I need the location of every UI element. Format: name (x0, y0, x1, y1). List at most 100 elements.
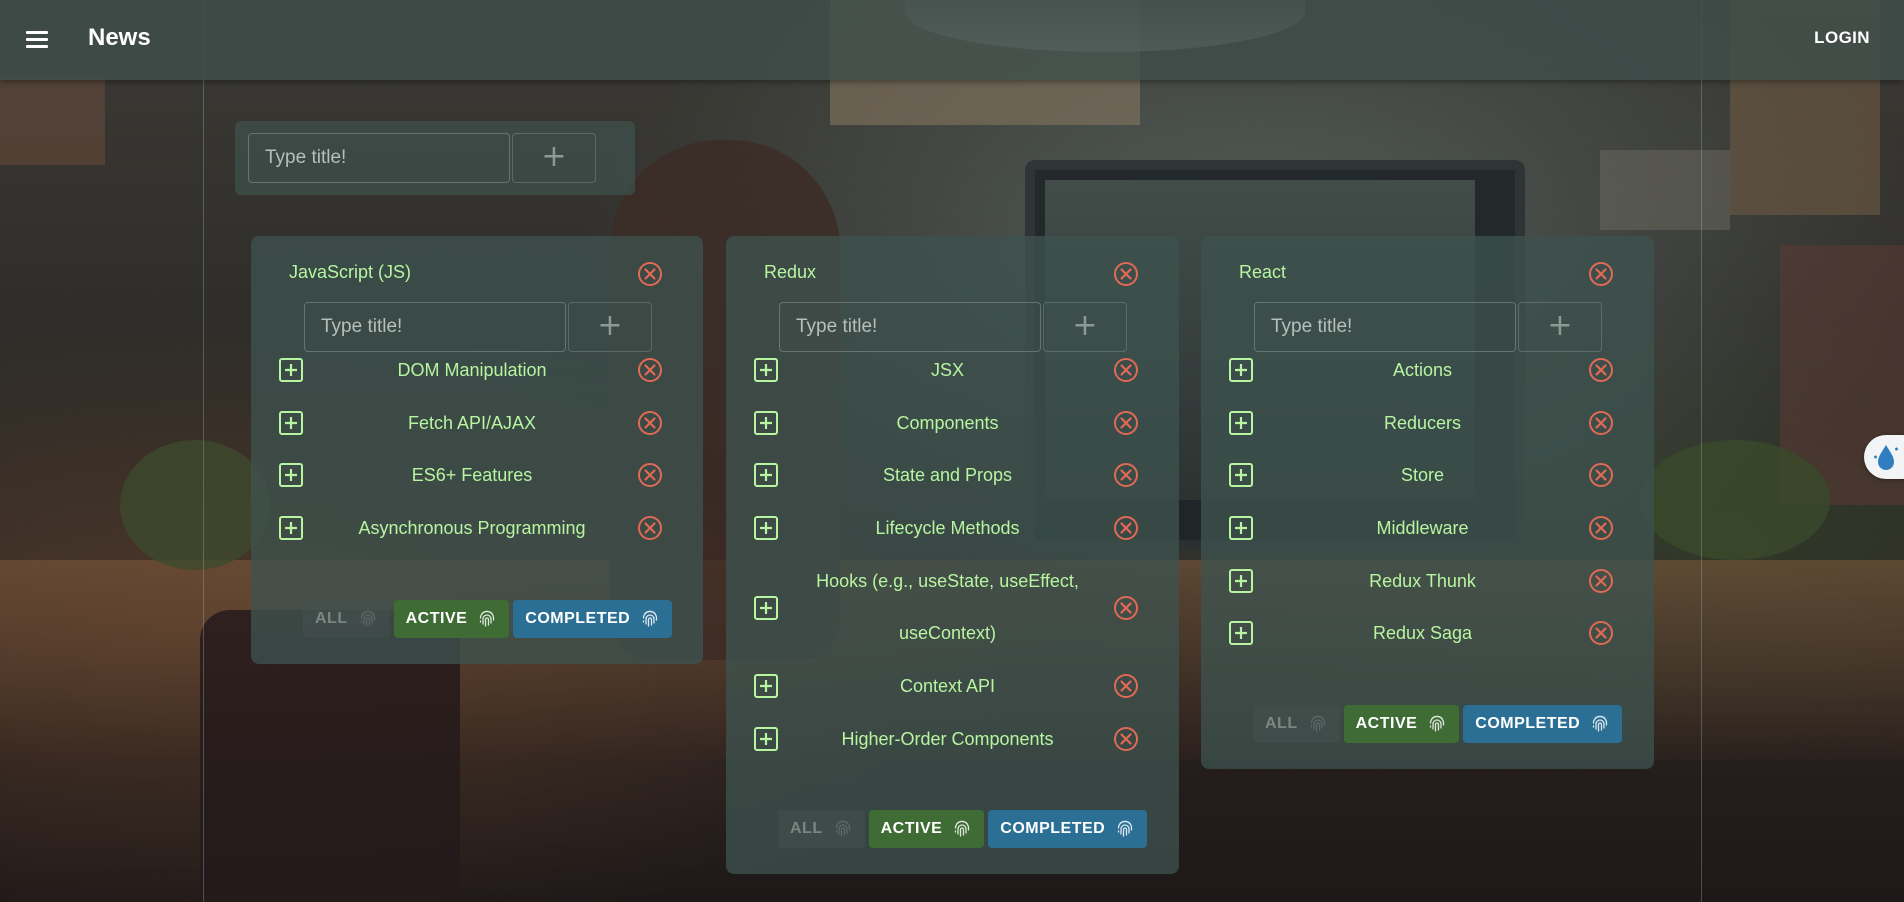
delete-list-icon[interactable] (637, 261, 663, 287)
task-checkbox-icon[interactable] (1228, 357, 1254, 383)
delete-task-icon[interactable] (1113, 462, 1139, 488)
task-label: Reducers (1383, 413, 1462, 433)
fingerprint-icon (640, 609, 660, 629)
todo-list-card: React+ActionsReducersStoreMiddlewareRedu… (1201, 236, 1654, 769)
fingerprint-icon (1590, 714, 1610, 734)
task-label: Context API (899, 676, 996, 696)
filter-label: ACTIVE (880, 820, 943, 837)
delete-task-icon[interactable] (1113, 515, 1139, 541)
background-poster (1600, 150, 1730, 230)
task-label: ES6+ Features (411, 465, 533, 485)
delete-task-icon[interactable] (1113, 595, 1139, 621)
task-label: JSX (930, 360, 964, 380)
delete-list-icon[interactable] (1588, 261, 1614, 287)
filter-all-button[interactable]: ALL (1253, 705, 1340, 743)
task-label: Store (1400, 465, 1445, 485)
filter-completed-button[interactable]: COMPLETED (988, 810, 1148, 848)
background-plant (1640, 440, 1830, 560)
task-checkbox-icon[interactable] (753, 357, 779, 383)
background-plant (120, 440, 270, 570)
list-title: React (1239, 262, 1287, 282)
delete-task-icon[interactable] (637, 462, 663, 488)
filter-active-button[interactable]: ACTIVE (1343, 705, 1460, 743)
delete-task-icon[interactable] (1113, 673, 1139, 699)
delete-task-icon[interactable] (1113, 357, 1139, 383)
app-bar: News LOGIN (0, 0, 1904, 80)
task-checkbox-icon[interactable] (753, 462, 779, 488)
fingerprint-icon (1427, 714, 1447, 734)
delete-task-icon[interactable] (1588, 410, 1614, 436)
filter-all-button[interactable]: ALL (303, 600, 390, 638)
fingerprint-icon (358, 609, 378, 629)
task-checkbox-icon[interactable] (278, 410, 304, 436)
filter-label: COMPLETED (1000, 820, 1106, 837)
delete-task-icon[interactable] (637, 410, 663, 436)
task-checkbox-icon[interactable] (278, 515, 304, 541)
task-label: Actions (1392, 360, 1453, 380)
filter-label: ACTIVE (405, 610, 468, 627)
task-checkbox-icon[interactable] (278, 462, 304, 488)
delete-task-icon[interactable] (1588, 357, 1614, 383)
filter-completed-button[interactable]: COMPLETED (513, 600, 673, 638)
task-checkbox-icon[interactable] (1228, 515, 1254, 541)
filter-group: ALL ACTIVE COMPLETED (303, 600, 673, 638)
task-checkbox-icon[interactable] (753, 410, 779, 436)
task-label: Redux Thunk (1369, 571, 1476, 591)
task-checkbox-icon[interactable] (1228, 568, 1254, 594)
todo-list-card: JavaScript (JS)+DOM ManipulationFetch AP… (251, 236, 703, 664)
extension-badge[interactable] (1864, 435, 1904, 479)
filter-completed-button[interactable]: COMPLETED (1463, 705, 1623, 743)
droplet-icon (1874, 445, 1898, 470)
list-title: Redux (764, 262, 817, 282)
delete-task-icon[interactable] (1588, 462, 1614, 488)
layout-divider (203, 0, 204, 902)
task-checkbox-icon[interactable] (1228, 620, 1254, 646)
task-checkbox-icon[interactable] (1228, 410, 1254, 436)
app-title: News (88, 24, 151, 51)
filter-group: ALL ACTIVE COMPLETED (778, 810, 1148, 848)
task-label: Higher-Order Components (841, 729, 1054, 749)
fingerprint-icon (1115, 819, 1135, 839)
filter-group: ALL ACTIVE COMPLETED (1253, 705, 1623, 743)
delete-task-icon[interactable] (1588, 515, 1614, 541)
delete-task-icon[interactable] (637, 357, 663, 383)
login-button[interactable]: LOGIN (1814, 28, 1870, 48)
filter-label: ALL (1265, 715, 1298, 732)
task-label: Fetch API/AJAX (407, 413, 537, 433)
task-label: State and Props (882, 465, 1013, 485)
task-label: Asynchronous Programming (358, 518, 586, 538)
filter-label: ALL (315, 610, 348, 627)
task-checkbox-icon[interactable] (753, 673, 779, 699)
task-checkbox-icon[interactable] (753, 595, 779, 621)
fingerprint-icon (1308, 714, 1328, 734)
task-label: Hooks (e.g., useState, useEffect, useCon… (816, 571, 1079, 643)
todo-list-card: Redux+JSXComponentsState and PropsLifecy… (726, 236, 1179, 874)
task-checkbox-icon[interactable] (1228, 462, 1254, 488)
delete-task-icon[interactable] (1588, 620, 1614, 646)
new-list-form: + (235, 121, 635, 195)
fingerprint-icon (952, 819, 972, 839)
task-label: DOM Manipulation (397, 360, 547, 380)
filter-all-button[interactable]: ALL (778, 810, 865, 848)
task-label: Middleware (1376, 518, 1469, 538)
new-list-title-input[interactable] (248, 133, 510, 183)
list-title: JavaScript (JS) (289, 262, 412, 282)
filter-label: ACTIVE (1355, 715, 1418, 732)
delete-task-icon[interactable] (1588, 568, 1614, 594)
filter-active-button[interactable]: ACTIVE (393, 600, 510, 638)
task-label: Redux Saga (1372, 623, 1473, 643)
task-checkbox-icon[interactable] (753, 726, 779, 752)
delete-task-icon[interactable] (1113, 410, 1139, 436)
menu-icon[interactable] (22, 24, 54, 56)
add-list-button[interactable]: + (512, 133, 596, 183)
delete-list-icon[interactable] (1113, 261, 1139, 287)
delete-task-icon[interactable] (1113, 726, 1139, 752)
task-checkbox-icon[interactable] (278, 357, 304, 383)
filter-label: COMPLETED (525, 610, 631, 627)
delete-task-icon[interactable] (637, 515, 663, 541)
filter-active-button[interactable]: ACTIVE (868, 810, 985, 848)
filter-label: ALL (790, 820, 823, 837)
task-checkbox-icon[interactable] (753, 515, 779, 541)
background-poster (0, 75, 105, 165)
filter-label: COMPLETED (1475, 715, 1581, 732)
